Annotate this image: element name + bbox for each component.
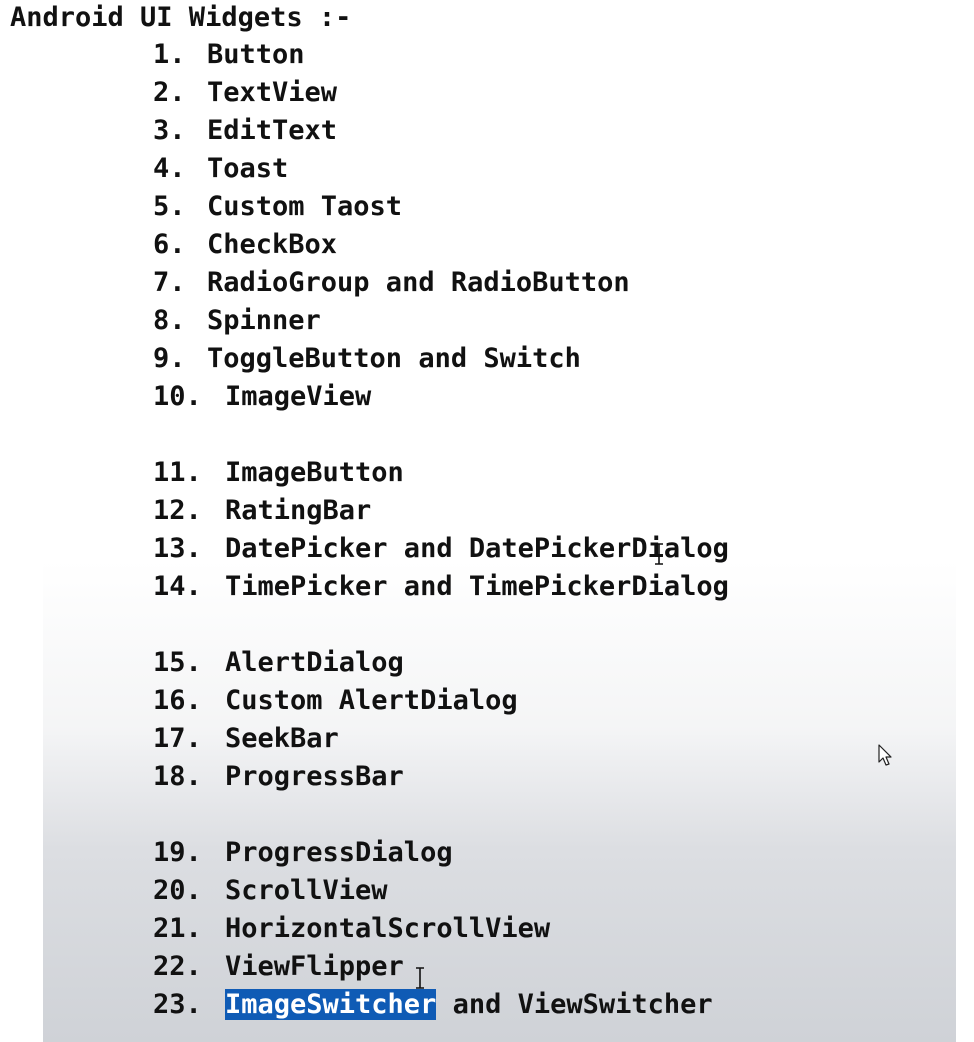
item-text: Button xyxy=(207,39,305,70)
list-item[interactable]: 17. SeekBar xyxy=(153,720,953,758)
item-number: 4. xyxy=(153,153,186,184)
item-number: 13. xyxy=(153,533,202,564)
item-number: 14. xyxy=(153,571,202,602)
item-number: 3. xyxy=(153,115,186,146)
item-number: 11. xyxy=(153,457,202,488)
item-text: RadioGroup and RadioButton xyxy=(207,267,630,298)
list-item[interactable]: 5. Custom Taost xyxy=(153,188,953,226)
item-number: 16. xyxy=(153,685,202,716)
item-text: SeekBar xyxy=(225,723,339,754)
item-number: 10. xyxy=(153,381,202,412)
list-item[interactable]: 12. RatingBar xyxy=(153,492,953,530)
item-number: 20. xyxy=(153,875,202,906)
item-text: Custom AlertDialog xyxy=(225,685,518,716)
item-text: HorizontalScrollView xyxy=(225,913,551,944)
item-text: ProgressBar xyxy=(225,761,404,792)
selected-text[interactable]: ImageSwitcher xyxy=(225,989,437,1020)
item-text: TextView xyxy=(207,77,338,108)
list-item[interactable]: 22. ViewFlipper xyxy=(153,948,953,986)
item-number: 23. xyxy=(153,989,202,1020)
list-item[interactable]: 4. Toast xyxy=(153,150,953,188)
item-text: Toast xyxy=(207,153,289,184)
list-item[interactable]: 9. ToggleButton and Switch xyxy=(153,340,953,378)
list-item[interactable]: 20. ScrollView xyxy=(153,872,953,910)
list-item[interactable]: 8. Spinner xyxy=(153,302,953,340)
list-item[interactable]: 10. ImageView xyxy=(153,378,953,416)
item-number: 18. xyxy=(153,761,202,792)
item-number: 19. xyxy=(153,837,202,868)
item-text: and ViewSwitcher xyxy=(436,989,713,1020)
mouse-pointer-icon xyxy=(878,744,892,766)
item-text: ScrollView xyxy=(225,875,388,906)
item-text: ToggleButton and Switch xyxy=(207,343,581,374)
item-text: EditText xyxy=(207,115,338,146)
list-item[interactable]: 15. AlertDialog xyxy=(153,644,953,682)
text-cursor-icon xyxy=(655,543,663,565)
item-number: 15. xyxy=(153,647,202,678)
item-number: 17. xyxy=(153,723,202,754)
item-text: Spinner xyxy=(207,305,321,336)
widget-list: 1. Button 2. TextView 3. EditText 4. Toast 5… xyxy=(153,36,953,1024)
item-number: 5. xyxy=(153,191,186,222)
item-number: 22. xyxy=(153,951,202,982)
item-text: RatingBar xyxy=(225,495,372,526)
page-title: Android UI Widgets :- xyxy=(10,2,352,33)
item-text: ImageButton xyxy=(225,457,404,488)
list-item[interactable]: 19. ProgressDialog xyxy=(153,834,953,872)
item-number: 7. xyxy=(153,267,186,298)
item-number: 8. xyxy=(153,305,186,336)
list-item[interactable]: 3. EditText xyxy=(153,112,953,150)
item-number: 12. xyxy=(153,495,202,526)
item-number: 2. xyxy=(153,77,186,108)
list-item[interactable]: 14. TimePicker and TimePickerDialog xyxy=(153,568,953,606)
item-number: 21. xyxy=(153,913,202,944)
list-item[interactable]: 21. HorizontalScrollView xyxy=(153,910,953,948)
item-text: CheckBox xyxy=(207,229,338,260)
item-text: AlertDialog xyxy=(225,647,404,678)
item-text: ImageView xyxy=(225,381,372,412)
list-item[interactable]: 11. ImageButton xyxy=(153,454,953,492)
item-number: 1. xyxy=(153,39,186,70)
item-text: TimePicker and TimePickerDialog xyxy=(225,571,729,602)
list-item[interactable]: 7. RadioGroup and RadioButton xyxy=(153,264,953,302)
list-item[interactable]: 1. Button xyxy=(153,36,953,74)
list-item[interactable]: 23. ImageSwitcher and ViewSwitcher xyxy=(153,986,953,1024)
list-item[interactable]: 6. CheckBox xyxy=(153,226,953,264)
list-item[interactable]: 18. ProgressBar xyxy=(153,758,953,796)
item-number: 6. xyxy=(153,229,186,260)
item-text: ProgressDialog xyxy=(225,837,453,868)
item-number: 9. xyxy=(153,343,186,374)
item-text: ViewFlipper xyxy=(225,951,404,982)
list-item[interactable]: 16. Custom AlertDialog xyxy=(153,682,953,720)
text-cursor-icon xyxy=(416,967,424,989)
list-item[interactable]: 13. DatePicker and DatePickerDialog xyxy=(153,530,953,568)
document-page: Android UI Widgets :- 1. Button 2. TextVie… xyxy=(0,0,974,1042)
item-text: Custom Taost xyxy=(207,191,403,222)
list-item[interactable]: 2. TextView xyxy=(153,74,953,112)
